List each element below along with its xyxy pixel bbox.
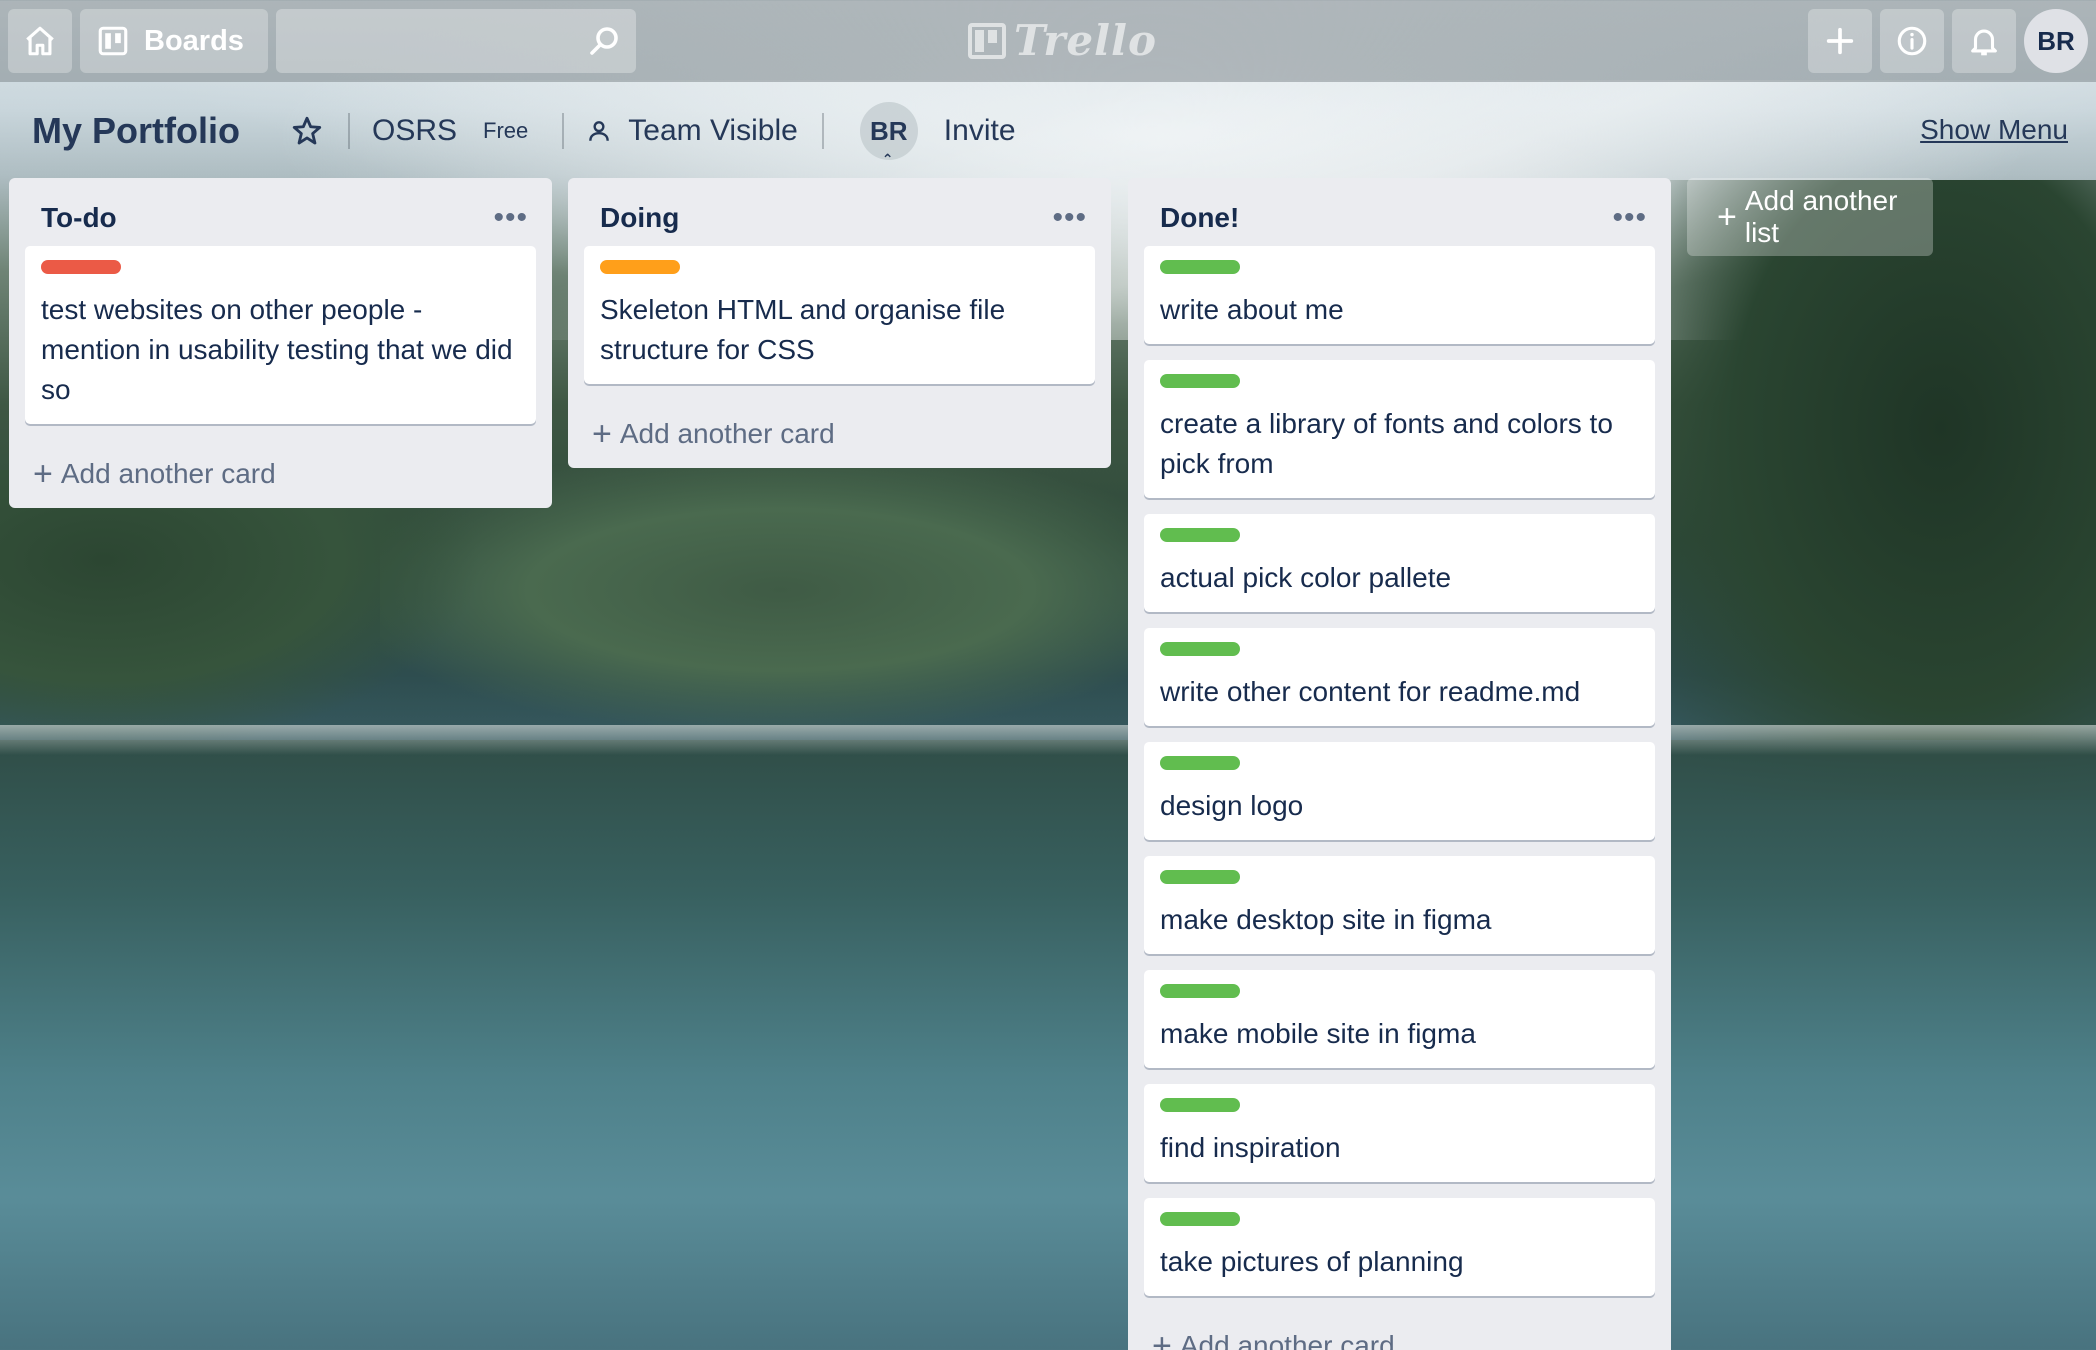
member-initials: BR: [870, 115, 908, 146]
board-header: My Portfolio OSRS Free Team Visible BR ⌃…: [0, 96, 2096, 167]
card-label[interactable]: [1160, 642, 1240, 656]
invite-button[interactable]: Invite: [944, 114, 1016, 148]
card[interactable]: find inspiration: [1144, 1084, 1655, 1182]
trello-logo[interactable]: Trello: [968, 16, 1157, 65]
list-menu-icon[interactable]: •••: [1052, 203, 1087, 233]
show-menu-link[interactable]: Show Menu: [1920, 114, 2068, 146]
star-icon[interactable]: [290, 114, 324, 148]
member-avatar[interactable]: BR ⌃: [859, 102, 918, 167]
card[interactable]: write about me: [1144, 246, 1655, 344]
list-title[interactable]: To-do: [41, 202, 117, 234]
add-card-button[interactable]: + Add another card: [25, 440, 536, 508]
add-list-label: Add another list: [1744, 185, 1898, 248]
card[interactable]: write other content for readme.md: [1144, 628, 1655, 726]
plus-icon: +: [33, 454, 53, 493]
card-label[interactable]: [1160, 260, 1240, 274]
add-card-label: Add another card: [619, 418, 835, 449]
card-label[interactable]: [41, 260, 121, 274]
card-label[interactable]: [1160, 756, 1240, 770]
plus-icon: +: [1152, 1326, 1172, 1350]
card-label[interactable]: [1160, 374, 1240, 388]
admin-chevron-icon: ⌃: [881, 151, 894, 167]
card[interactable]: design logo: [1144, 742, 1655, 840]
add-card-label: Add another card: [60, 458, 276, 489]
card-label[interactable]: [600, 260, 680, 274]
card-title: make desktop site in figma: [1160, 904, 1492, 935]
card-title: test websites on other people - mention …: [41, 294, 513, 405]
home-icon: [26, 26, 54, 56]
card[interactable]: create a library of fonts and colors to …: [1144, 360, 1655, 498]
team-name[interactable]: OSRS: [372, 114, 457, 148]
add-card-button[interactable]: + Add another card: [584, 400, 1095, 468]
boards-label: Boards: [144, 24, 244, 57]
list-menu-icon[interactable]: •••: [1612, 203, 1647, 233]
boards-icon: [98, 26, 128, 56]
trello-logo-icon: [968, 22, 1006, 59]
user-avatar[interactable]: BR: [2024, 9, 2088, 73]
divider: [347, 113, 350, 149]
card-label[interactable]: [1160, 870, 1240, 884]
card-title: find inspiration: [1160, 1132, 1341, 1163]
list-done: Done! ••• write about me create a librar…: [1128, 178, 1671, 1350]
card-label[interactable]: [1160, 1098, 1240, 1112]
card[interactable]: make desktop site in figma: [1144, 856, 1655, 954]
visibility-button[interactable]: Team Visible: [628, 114, 798, 148]
list-title[interactable]: Done!: [1160, 202, 1239, 234]
card-title: write other content for readme.md: [1160, 676, 1581, 707]
add-card-label: Add another card: [1179, 1330, 1395, 1350]
plan-badge: Free: [483, 118, 529, 143]
search-box[interactable]: [275, 9, 636, 73]
boards-button[interactable]: Boards: [80, 9, 268, 73]
card[interactable]: take pictures of planning: [1144, 1198, 1655, 1296]
list-title[interactable]: Doing: [600, 202, 679, 234]
bell-icon: [1971, 29, 1997, 56]
board-title[interactable]: My Portfolio: [32, 110, 240, 152]
top-navigation-bar: Boards Trello BR: [0, 0, 2096, 82]
trello-logo-text: Trello: [1014, 16, 1157, 65]
card-title: take pictures of planning: [1160, 1246, 1464, 1277]
team-visibility-icon: [589, 121, 610, 141]
plus-icon: +: [592, 414, 612, 453]
notifications-button[interactable]: [1952, 9, 2016, 73]
home-button[interactable]: [8, 9, 72, 73]
list-menu-icon[interactable]: •••: [493, 203, 528, 233]
add-card-button[interactable]: + Add another card: [1144, 1312, 1655, 1350]
add-list-button[interactable]: + Add another list: [1687, 178, 1933, 256]
create-button[interactable]: [1808, 9, 1872, 73]
card-label[interactable]: [1160, 528, 1240, 542]
info-button[interactable]: [1880, 9, 1944, 73]
list-todo: To-do ••• test websites on other people …: [9, 178, 552, 508]
search-input[interactable]: [275, 9, 636, 73]
list-doing: Doing ••• Skeleton HTML and organise fil…: [568, 178, 1111, 468]
card[interactable]: actual pick color pallete: [1144, 514, 1655, 612]
divider: [562, 113, 565, 149]
card[interactable]: Skeleton HTML and organise file structur…: [584, 246, 1095, 384]
plus-icon: [1826, 27, 1854, 55]
card[interactable]: make mobile site in figma: [1144, 970, 1655, 1068]
card-title: Skeleton HTML and organise file structur…: [600, 294, 1006, 365]
divider: [821, 113, 824, 149]
card-title: create a library of fonts and colors to …: [1160, 408, 1613, 479]
card-title: design logo: [1160, 790, 1304, 821]
card-label[interactable]: [1160, 1212, 1240, 1226]
card[interactable]: test websites on other people - mention …: [25, 246, 536, 424]
info-icon: [1897, 26, 1927, 56]
card-title: write about me: [1160, 294, 1344, 325]
card-title: actual pick color pallete: [1160, 562, 1452, 593]
search-icon[interactable]: [586, 23, 622, 59]
plus-icon: +: [1717, 197, 1737, 236]
card-label[interactable]: [1160, 984, 1240, 998]
card-title: make mobile site in figma: [1160, 1018, 1476, 1049]
